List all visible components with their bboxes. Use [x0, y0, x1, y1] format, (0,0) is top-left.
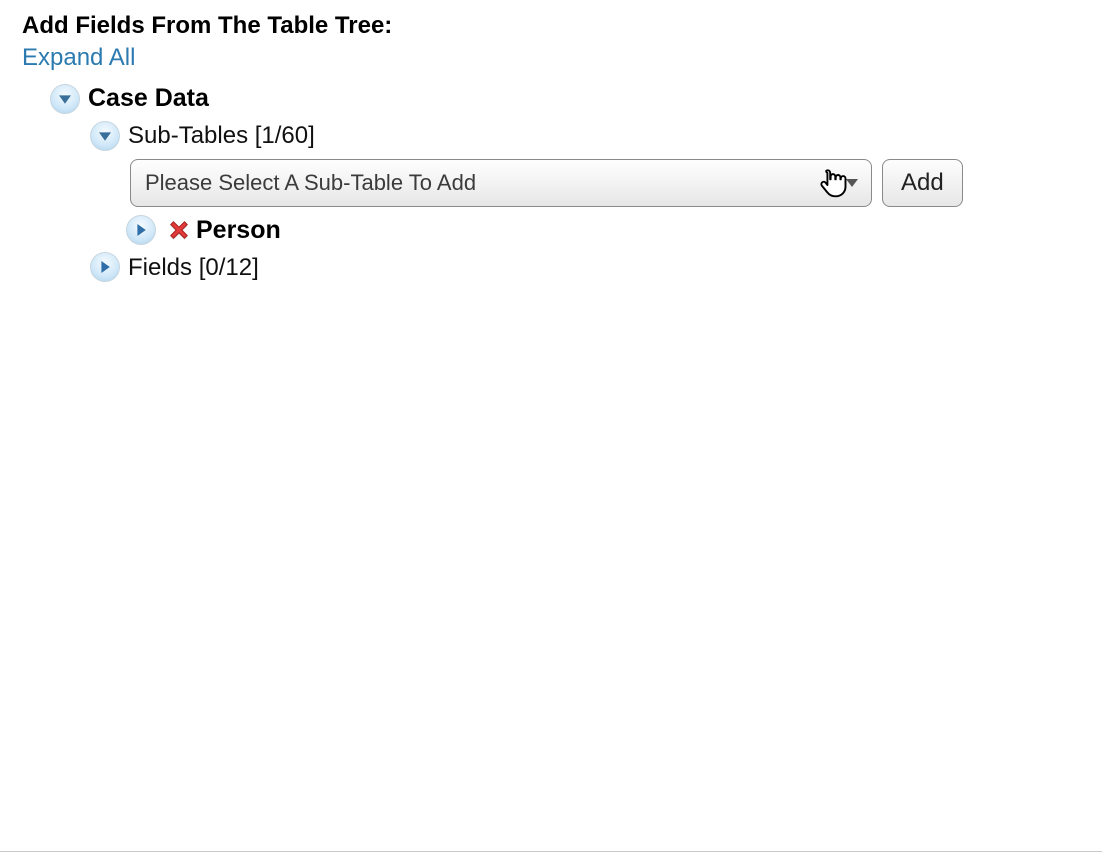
expand-icon[interactable]: [90, 252, 120, 282]
sub-table-select-row: Please Select A Sub-Table To Add Add: [130, 159, 1080, 207]
chevron-down-icon: [846, 179, 858, 187]
add-button[interactable]: Add: [882, 159, 963, 207]
collapse-icon[interactable]: [90, 121, 120, 151]
section-title: Add Fields From The Table Tree:: [22, 12, 1080, 40]
expand-all-link[interactable]: Expand All: [22, 44, 135, 72]
tree-node-label: Person: [196, 213, 281, 248]
tree-node-fields: Fields [0/12]: [90, 251, 1080, 285]
sub-table-select-placeholder: Please Select A Sub-Table To Add: [145, 170, 476, 196]
expand-icon[interactable]: [126, 215, 156, 245]
tree-node-person: Person: [126, 213, 1080, 248]
remove-icon[interactable]: [166, 217, 192, 243]
tree-node-case-data: Case Data: [50, 81, 1080, 116]
table-tree: Case Data Sub-Tables [1/60] Please Selec…: [22, 81, 1080, 284]
tree-node-label: Case Data: [88, 81, 209, 116]
sub-table-select[interactable]: Please Select A Sub-Table To Add: [130, 159, 872, 207]
tree-node-label: Sub-Tables [1/60]: [128, 119, 315, 153]
tree-node-label: Fields [0/12]: [128, 251, 259, 285]
sub-table-select-wrap: Please Select A Sub-Table To Add: [130, 159, 872, 207]
collapse-icon[interactable]: [50, 84, 80, 114]
tree-node-sub-tables: Sub-Tables [1/60]: [90, 119, 1080, 153]
